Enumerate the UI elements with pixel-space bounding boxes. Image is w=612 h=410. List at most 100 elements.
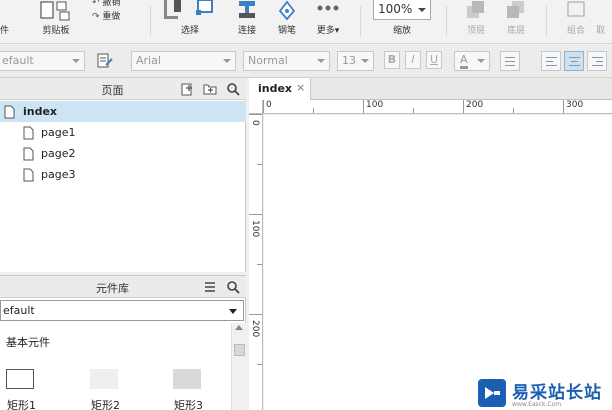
bold-button[interactable]: B <box>384 51 400 69</box>
connector-icon <box>239 1 255 18</box>
ruler-v-label: 100 <box>250 220 260 238</box>
add-page-icon[interactable] <box>180 82 194 96</box>
bring-to-top-button[interactable]: 顶层 <box>458 0 494 44</box>
widget-library-panel: 元件库 efault 基本元件 矩形1 矩形2 矩形3 <box>0 275 246 410</box>
rectangle-icon <box>173 369 201 389</box>
chevron-down-icon <box>223 59 231 63</box>
close-icon[interactable]: × <box>296 81 305 94</box>
more-label: 更多▾ <box>316 26 340 36</box>
ruler-h-label: 100 <box>366 100 384 110</box>
font-size-value: 13 <box>342 54 356 67</box>
pen-label: 钢笔 <box>277 26 296 36</box>
select-button[interactable]: 选择 <box>160 0 220 44</box>
watermark-name: 易采站长站 <box>512 383 602 403</box>
main-toolbar: 件 剪贴板 ↶ 撤销 ↷ 重做 选择 连接 钢笔 更多▾ 100% 缩放 顶层 … <box>0 0 612 44</box>
library-scrollbar[interactable] <box>231 323 246 410</box>
toolbar-divider <box>446 6 447 36</box>
add-folder-icon[interactable] <box>203 82 217 96</box>
rectangle-icon <box>6 369 34 389</box>
search-icon[interactable] <box>226 82 240 96</box>
redo-label: 重做 <box>102 12 121 22</box>
tab-index[interactable]: index × <box>249 78 311 100</box>
undo-button[interactable]: ↶ 撤销 <box>92 0 120 8</box>
widget-label: 矩形2 <box>91 399 120 410</box>
bottom-label: 底层 <box>506 26 525 36</box>
page-item-page3[interactable]: page3 <box>0 164 246 185</box>
menu-icon[interactable] <box>203 280 217 294</box>
ruler-h-label: 0 <box>266 100 272 110</box>
align-left-button[interactable] <box>541 51 561 71</box>
scrollbar-thumb[interactable] <box>234 344 245 356</box>
library-panel-title: 元件库 <box>96 282 129 295</box>
pen-icon <box>278 0 296 21</box>
ruler-v-label: 0 <box>250 120 260 126</box>
ruler-h-label: 300 <box>566 100 584 110</box>
design-canvas[interactable] <box>264 115 612 410</box>
font-weight-value: Normal <box>248 54 288 67</box>
chevron-down-icon <box>361 59 369 63</box>
more-button[interactable]: 更多▾ <box>310 0 346 44</box>
clipboard-group[interactable]: 剪贴板 <box>38 0 74 44</box>
pen-button[interactable]: 钢笔 <box>272 0 302 44</box>
italic-button[interactable]: I <box>405 51 421 69</box>
connect-label: 连接 <box>237 26 256 36</box>
page-icon <box>23 168 34 182</box>
font-color-select[interactable]: A <box>454 51 490 71</box>
page-icon <box>23 126 34 140</box>
redo-icon: ↷ <box>92 12 103 22</box>
page-item-page1[interactable]: page1 <box>0 122 246 143</box>
widget-section-title: 基本元件 <box>6 336 50 349</box>
send-to-bottom-button[interactable]: 底层 <box>498 0 534 44</box>
font-family-value: Arial <box>136 54 161 67</box>
file-button[interactable]: 件 <box>0 0 14 44</box>
style-editor-icon[interactable] <box>97 53 113 69</box>
font-color-icon: A <box>460 53 468 69</box>
scroll-up-icon[interactable] <box>235 325 243 330</box>
bring-to-front-icon <box>467 1 484 18</box>
font-weight-select[interactable]: Normal <box>243 51 330 71</box>
paste-icon <box>40 1 70 21</box>
connect-button[interactable]: 连接 <box>230 0 264 44</box>
undo-icon: ↶ <box>92 0 103 8</box>
align-center-button[interactable] <box>564 51 584 71</box>
group-icon <box>567 1 585 17</box>
watermark: 易采站长站 www.Easck.Com <box>476 377 612 410</box>
zoom-caption: 缩放 <box>373 0 431 44</box>
zoom-label: 缩放 <box>392 26 411 36</box>
group-label: 组合 <box>566 26 585 36</box>
style-select[interactable]: efault <box>0 51 85 71</box>
ungroup-label: 取 <box>596 26 606 36</box>
chevron-down-icon <box>477 59 485 63</box>
canvas-tab-bar: index × <box>249 78 612 100</box>
underline-button[interactable]: U <box>426 51 442 69</box>
library-select[interactable]: efault <box>0 300 244 321</box>
redo-button[interactable]: ↷ 重做 <box>92 9 120 22</box>
page-item-label: index <box>23 105 58 118</box>
page-item-index[interactable]: index <box>0 101 246 122</box>
style-value: efault <box>2 54 34 67</box>
horizontal-ruler[interactable]: 0 100 200 300 <box>263 100 612 114</box>
undo-label: 撤销 <box>102 0 121 8</box>
widget-label: 矩形1 <box>7 399 36 410</box>
page-item-label: page3 <box>41 168 76 181</box>
send-to-back-icon <box>507 1 524 18</box>
bullet-list-button[interactable] <box>500 51 520 71</box>
ruler-corner <box>249 100 263 114</box>
chevron-down-icon <box>317 59 325 63</box>
group-button[interactable]: 组合 <box>558 0 594 44</box>
page-item-page2[interactable]: page2 <box>0 143 246 164</box>
font-family-select[interactable]: Arial <box>131 51 236 71</box>
more-dots-icon <box>317 5 339 11</box>
clipboard-label: 剪贴板 <box>42 26 70 36</box>
site-logo-icon <box>478 379 506 407</box>
chevron-down-icon <box>229 309 237 314</box>
ruler-v-label: 200 <box>250 320 260 338</box>
align-right-button[interactable] <box>587 51 607 71</box>
ungroup-button[interactable]: 取 <box>596 0 612 44</box>
watermark-url: www.Easck.Com <box>512 401 562 408</box>
vertical-ruler[interactable]: 0 100 200 <box>249 114 263 410</box>
search-icon[interactable] <box>226 280 240 294</box>
ruler-h-label: 200 <box>466 100 484 110</box>
page-icon <box>4 105 15 119</box>
font-size-select[interactable]: 13 <box>337 51 374 71</box>
